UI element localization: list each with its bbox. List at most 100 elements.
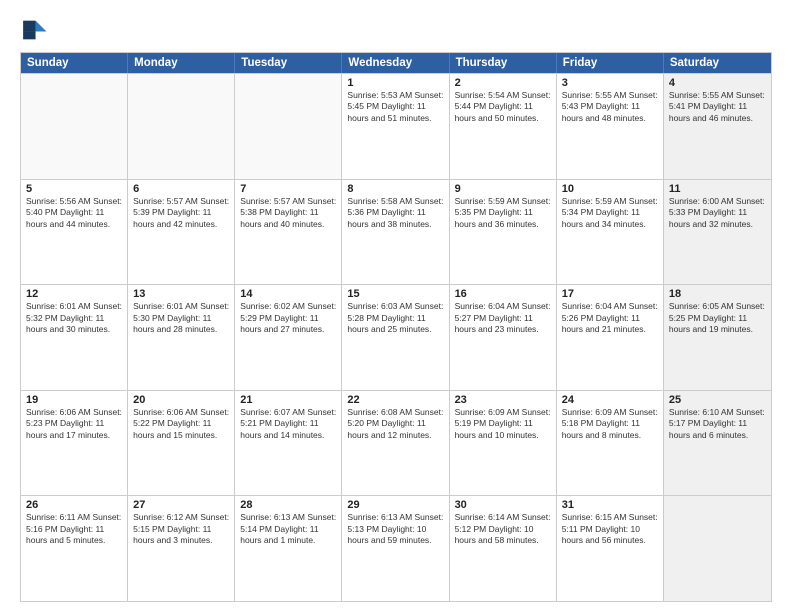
cell-23: 23Sunrise: 6:09 AM Sunset: 5:19 PM Dayli… — [450, 391, 557, 496]
cell-info: Sunrise: 5:57 AM Sunset: 5:38 PM Dayligh… — [240, 196, 336, 230]
cell-date-number: 7 — [240, 183, 336, 195]
cell-info: Sunrise: 5:54 AM Sunset: 5:44 PM Dayligh… — [455, 90, 551, 124]
cell-date-number: 26 — [26, 499, 122, 511]
cell-27: 27Sunrise: 6:12 AM Sunset: 5:15 PM Dayli… — [128, 496, 235, 601]
cell-date-number: 12 — [26, 288, 122, 300]
cell-12: 12Sunrise: 6:01 AM Sunset: 5:32 PM Dayli… — [21, 285, 128, 390]
cell-info: Sunrise: 6:14 AM Sunset: 5:12 PM Dayligh… — [455, 512, 551, 546]
cell-date-number: 19 — [26, 394, 122, 406]
cell-date-number: 1 — [347, 77, 443, 89]
cell-info: Sunrise: 5:59 AM Sunset: 5:35 PM Dayligh… — [455, 196, 551, 230]
cell-date-number: 22 — [347, 394, 443, 406]
cell-date-number: 18 — [669, 288, 766, 300]
page: SundayMondayTuesdayWednesdayThursdayFrid… — [0, 0, 792, 612]
cell-info: Sunrise: 6:09 AM Sunset: 5:18 PM Dayligh… — [562, 407, 658, 441]
cell-info: Sunrise: 6:15 AM Sunset: 5:11 PM Dayligh… — [562, 512, 658, 546]
cell-date-number: 15 — [347, 288, 443, 300]
day-headers: SundayMondayTuesdayWednesdayThursdayFrid… — [21, 53, 771, 73]
cell-date-number: 16 — [455, 288, 551, 300]
header — [20, 16, 772, 44]
cell-info: Sunrise: 5:56 AM Sunset: 5:40 PM Dayligh… — [26, 196, 122, 230]
cell-13: 13Sunrise: 6:01 AM Sunset: 5:30 PM Dayli… — [128, 285, 235, 390]
calendar: SundayMondayTuesdayWednesdayThursdayFrid… — [20, 52, 772, 602]
cell-29: 29Sunrise: 6:13 AM Sunset: 5:13 PM Dayli… — [342, 496, 449, 601]
cell-25: 25Sunrise: 6:10 AM Sunset: 5:17 PM Dayli… — [664, 391, 771, 496]
day-header-tuesday: Tuesday — [235, 53, 342, 73]
cell-info: Sunrise: 6:12 AM Sunset: 5:15 PM Dayligh… — [133, 512, 229, 546]
cell-date-number: 20 — [133, 394, 229, 406]
cell-14: 14Sunrise: 6:02 AM Sunset: 5:29 PM Dayli… — [235, 285, 342, 390]
cell-8: 8Sunrise: 5:58 AM Sunset: 5:36 PM Daylig… — [342, 180, 449, 285]
cell-date-number: 13 — [133, 288, 229, 300]
cell-empty-4-6 — [664, 496, 771, 601]
cell-28: 28Sunrise: 6:13 AM Sunset: 5:14 PM Dayli… — [235, 496, 342, 601]
cell-3: 3Sunrise: 5:55 AM Sunset: 5:43 PM Daylig… — [557, 74, 664, 179]
cell-7: 7Sunrise: 5:57 AM Sunset: 5:38 PM Daylig… — [235, 180, 342, 285]
cell-date-number: 5 — [26, 183, 122, 195]
cell-date-number: 10 — [562, 183, 658, 195]
cell-15: 15Sunrise: 6:03 AM Sunset: 5:28 PM Dayli… — [342, 285, 449, 390]
cell-11: 11Sunrise: 6:00 AM Sunset: 5:33 PM Dayli… — [664, 180, 771, 285]
cell-info: Sunrise: 6:03 AM Sunset: 5:28 PM Dayligh… — [347, 301, 443, 335]
cell-2: 2Sunrise: 5:54 AM Sunset: 5:44 PM Daylig… — [450, 74, 557, 179]
calendar-row-3: 12Sunrise: 6:01 AM Sunset: 5:32 PM Dayli… — [21, 284, 771, 390]
cell-info: Sunrise: 6:06 AM Sunset: 5:22 PM Dayligh… — [133, 407, 229, 441]
cell-info: Sunrise: 5:57 AM Sunset: 5:39 PM Dayligh… — [133, 196, 229, 230]
cell-date-number: 29 — [347, 499, 443, 511]
cell-1: 1Sunrise: 5:53 AM Sunset: 5:45 PM Daylig… — [342, 74, 449, 179]
cell-31: 31Sunrise: 6:15 AM Sunset: 5:11 PM Dayli… — [557, 496, 664, 601]
cell-info: Sunrise: 5:59 AM Sunset: 5:34 PM Dayligh… — [562, 196, 658, 230]
cell-30: 30Sunrise: 6:14 AM Sunset: 5:12 PM Dayli… — [450, 496, 557, 601]
cell-info: Sunrise: 6:10 AM Sunset: 5:17 PM Dayligh… — [669, 407, 766, 441]
day-header-wednesday: Wednesday — [342, 53, 449, 73]
cell-date-number: 28 — [240, 499, 336, 511]
cell-info: Sunrise: 6:07 AM Sunset: 5:21 PM Dayligh… — [240, 407, 336, 441]
cell-info: Sunrise: 6:06 AM Sunset: 5:23 PM Dayligh… — [26, 407, 122, 441]
cell-date-number: 25 — [669, 394, 766, 406]
day-header-sunday: Sunday — [21, 53, 128, 73]
cell-22: 22Sunrise: 6:08 AM Sunset: 5:20 PM Dayli… — [342, 391, 449, 496]
calendar-row-2: 5Sunrise: 5:56 AM Sunset: 5:40 PM Daylig… — [21, 179, 771, 285]
cell-5: 5Sunrise: 5:56 AM Sunset: 5:40 PM Daylig… — [21, 180, 128, 285]
cell-6: 6Sunrise: 5:57 AM Sunset: 5:39 PM Daylig… — [128, 180, 235, 285]
cell-date-number: 9 — [455, 183, 551, 195]
cell-info: Sunrise: 6:04 AM Sunset: 5:26 PM Dayligh… — [562, 301, 658, 335]
cell-21: 21Sunrise: 6:07 AM Sunset: 5:21 PM Dayli… — [235, 391, 342, 496]
logo-icon — [20, 16, 48, 44]
cell-info: Sunrise: 6:13 AM Sunset: 5:13 PM Dayligh… — [347, 512, 443, 546]
cell-info: Sunrise: 6:08 AM Sunset: 5:20 PM Dayligh… — [347, 407, 443, 441]
cell-info: Sunrise: 6:04 AM Sunset: 5:27 PM Dayligh… — [455, 301, 551, 335]
cell-info: Sunrise: 6:05 AM Sunset: 5:25 PM Dayligh… — [669, 301, 766, 335]
cell-10: 10Sunrise: 5:59 AM Sunset: 5:34 PM Dayli… — [557, 180, 664, 285]
cell-24: 24Sunrise: 6:09 AM Sunset: 5:18 PM Dayli… — [557, 391, 664, 496]
cell-19: 19Sunrise: 6:06 AM Sunset: 5:23 PM Dayli… — [21, 391, 128, 496]
cell-date-number: 2 — [455, 77, 551, 89]
cell-info: Sunrise: 5:55 AM Sunset: 5:43 PM Dayligh… — [562, 90, 658, 124]
cell-info: Sunrise: 6:13 AM Sunset: 5:14 PM Dayligh… — [240, 512, 336, 546]
cell-date-number: 31 — [562, 499, 658, 511]
cell-26: 26Sunrise: 6:11 AM Sunset: 5:16 PM Dayli… — [21, 496, 128, 601]
cell-16: 16Sunrise: 6:04 AM Sunset: 5:27 PM Dayli… — [450, 285, 557, 390]
calendar-row-5: 26Sunrise: 6:11 AM Sunset: 5:16 PM Dayli… — [21, 495, 771, 601]
cell-4: 4Sunrise: 5:55 AM Sunset: 5:41 PM Daylig… — [664, 74, 771, 179]
day-header-monday: Monday — [128, 53, 235, 73]
cell-date-number: 23 — [455, 394, 551, 406]
cell-info: Sunrise: 6:01 AM Sunset: 5:30 PM Dayligh… — [133, 301, 229, 335]
cell-date-number: 11 — [669, 183, 766, 195]
cell-date-number: 8 — [347, 183, 443, 195]
cell-info: Sunrise: 6:11 AM Sunset: 5:16 PM Dayligh… — [26, 512, 122, 546]
cell-date-number: 24 — [562, 394, 658, 406]
cell-17: 17Sunrise: 6:04 AM Sunset: 5:26 PM Dayli… — [557, 285, 664, 390]
cell-20: 20Sunrise: 6:06 AM Sunset: 5:22 PM Dayli… — [128, 391, 235, 496]
cell-info: Sunrise: 6:09 AM Sunset: 5:19 PM Dayligh… — [455, 407, 551, 441]
cell-date-number: 27 — [133, 499, 229, 511]
cell-info: Sunrise: 6:01 AM Sunset: 5:32 PM Dayligh… — [26, 301, 122, 335]
day-header-thursday: Thursday — [450, 53, 557, 73]
cell-date-number: 3 — [562, 77, 658, 89]
calendar-row-4: 19Sunrise: 6:06 AM Sunset: 5:23 PM Dayli… — [21, 390, 771, 496]
day-header-friday: Friday — [557, 53, 664, 73]
cell-date-number: 6 — [133, 183, 229, 195]
cell-date-number: 21 — [240, 394, 336, 406]
cell-empty-0-0 — [21, 74, 128, 179]
cell-9: 9Sunrise: 5:59 AM Sunset: 5:35 PM Daylig… — [450, 180, 557, 285]
